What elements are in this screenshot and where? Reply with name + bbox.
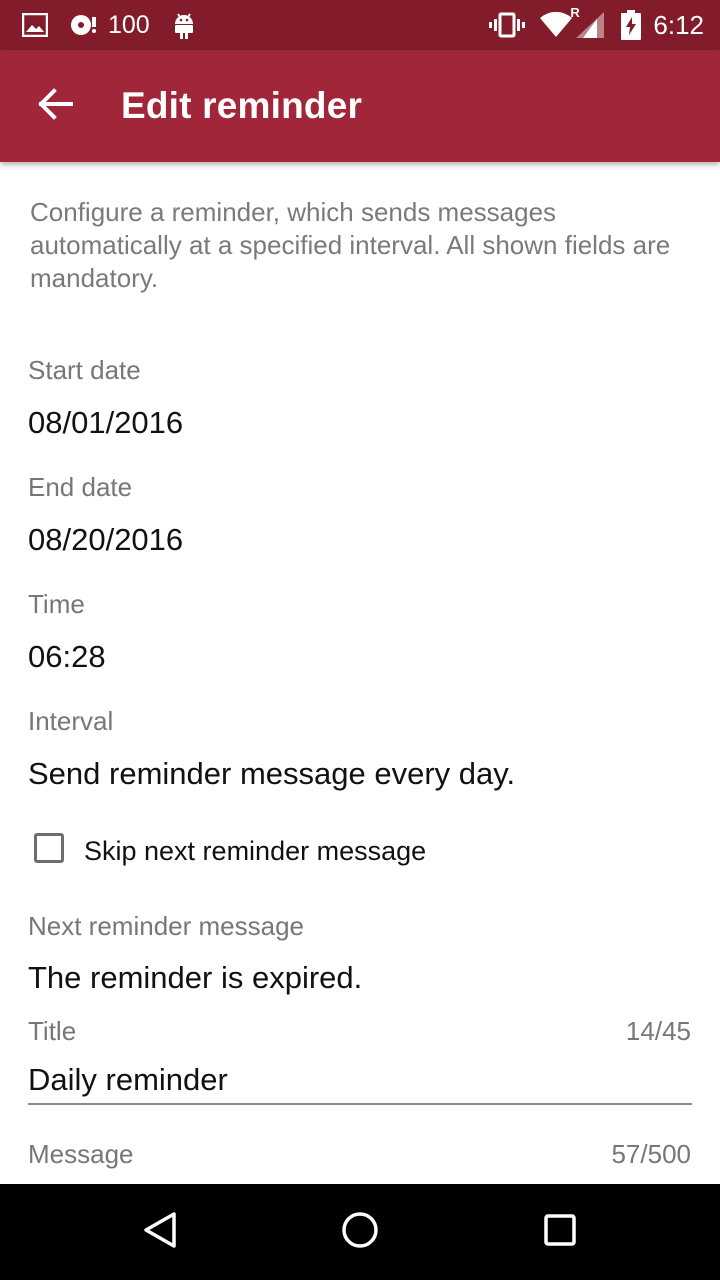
nav-recents-button[interactable] (530, 1202, 590, 1262)
back-triangle-icon (140, 1210, 180, 1255)
end-date-label: End date (28, 472, 133, 502)
vibrate-icon (489, 11, 526, 39)
next-reminder-value: The reminder is expired. (28, 960, 363, 995)
arrow-back-icon (38, 87, 74, 125)
app-bar: Edit reminder (0, 50, 720, 162)
next-reminder-label: Next reminder message (28, 911, 304, 941)
end-date-field[interactable]: 08/20/2016 (28, 521, 183, 559)
time-label: Time (28, 589, 85, 619)
interval-field[interactable]: Send reminder message every day. (28, 755, 515, 793)
nav-home-button[interactable] (330, 1202, 390, 1262)
page-title: Edit reminder (121, 85, 363, 126)
interval-label: Interval (28, 706, 114, 736)
title-input-underline (28, 1103, 692, 1105)
battery-charging-icon (621, 10, 642, 40)
form-description: Configure a reminder, which sends messag… (30, 197, 671, 293)
title-input[interactable]: Daily reminder (28, 1061, 228, 1099)
message-char-counter: 57/500 (611, 1139, 691, 1169)
navigation-bar (0, 1184, 720, 1280)
reminder-form: Configure a reminder, which sends messag… (0, 162, 720, 1184)
start-date-label: Start date (28, 355, 141, 385)
nav-back-button[interactable] (130, 1202, 190, 1262)
image-icon (22, 13, 48, 37)
skip-next-label[interactable]: Skip next reminder message (84, 834, 426, 868)
start-date-field[interactable]: 08/01/2016 (28, 404, 183, 442)
message-label: Message (28, 1139, 134, 1169)
home-circle-icon (340, 1210, 380, 1255)
title-char-counter: 14/45 (625, 1016, 691, 1046)
back-button[interactable] (26, 76, 86, 136)
android-icon (172, 10, 196, 40)
roaming-indicator: R (570, 5, 580, 20)
clock-text: 6:12 (653, 9, 704, 40)
status-bar: 100 R 6:12 (0, 0, 720, 50)
media-icon (68, 11, 100, 39)
signal-icon: R (570, 5, 605, 39)
recents-square-icon (540, 1210, 580, 1255)
skip-next-checkbox[interactable] (34, 833, 64, 863)
battery-percent-text: 100 (108, 10, 150, 39)
time-field[interactable]: 06:28 (28, 638, 106, 676)
wifi-icon (539, 12, 573, 38)
title-label: Title (28, 1016, 77, 1046)
